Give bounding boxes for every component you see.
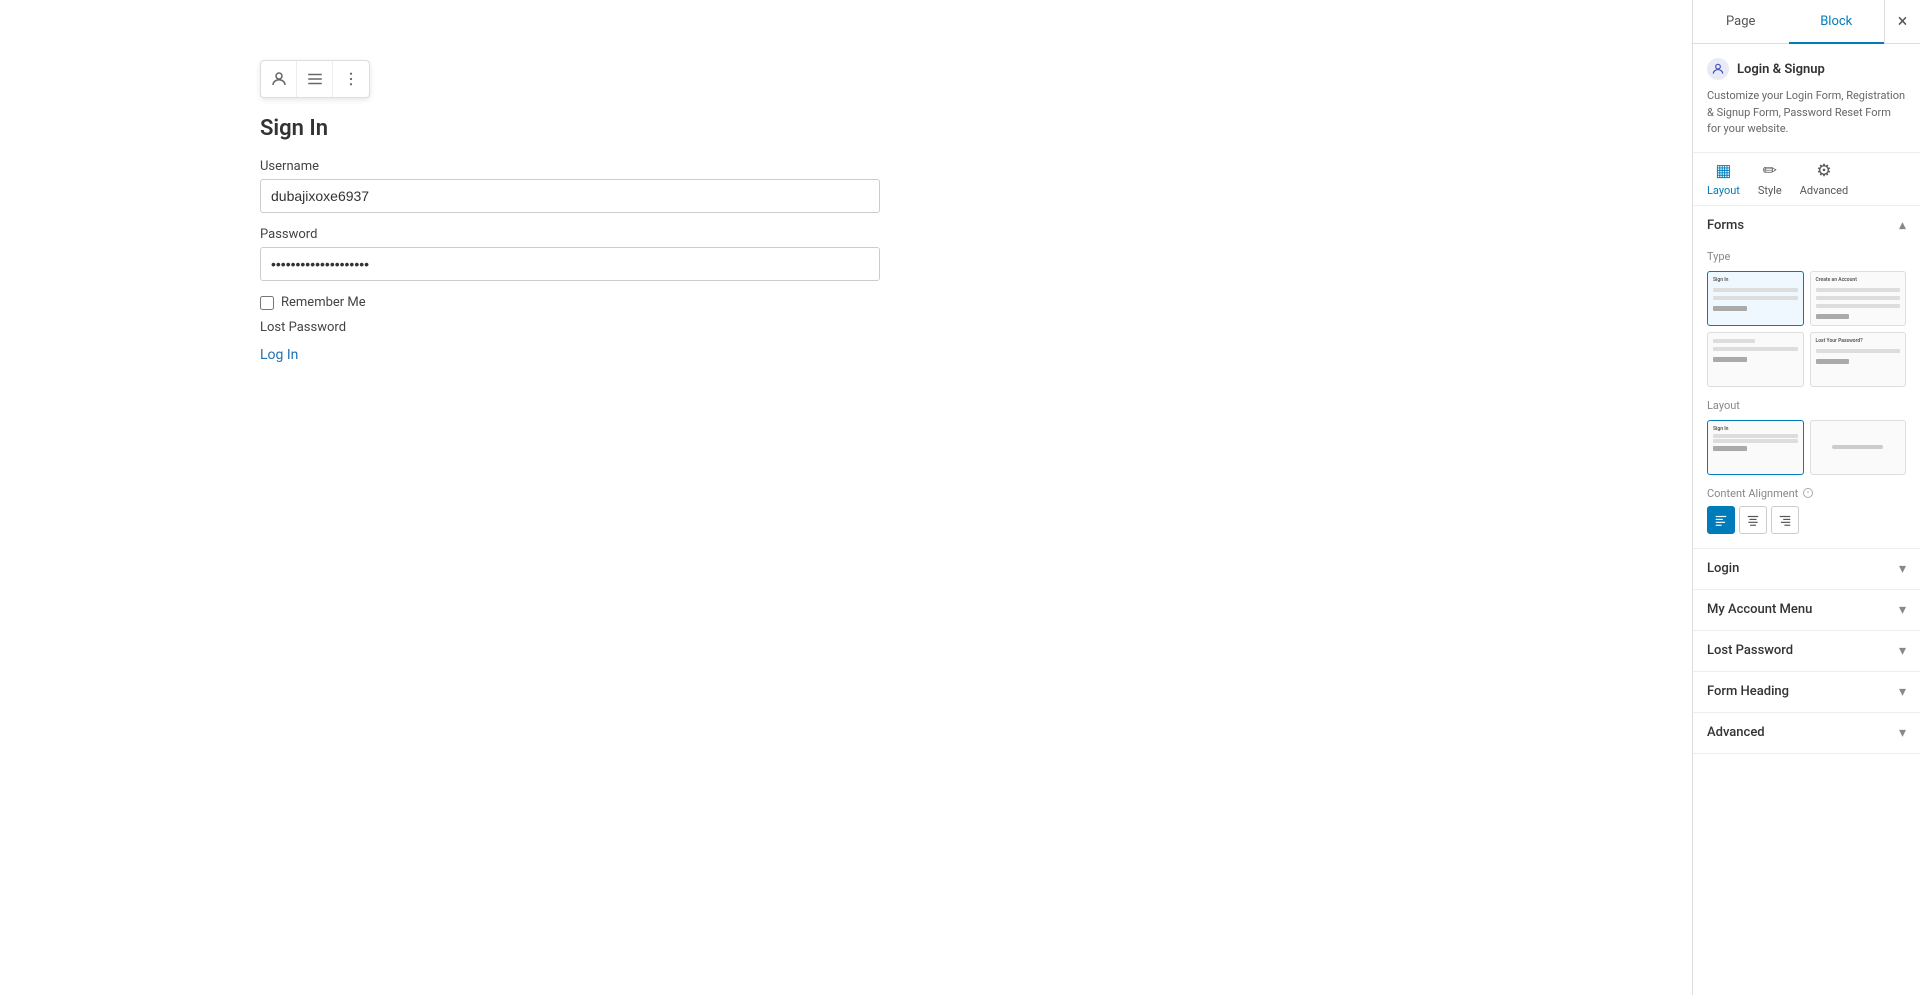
login-section-label: Login: [1707, 561, 1739, 576]
tab-style[interactable]: ✏ Style: [1758, 161, 1782, 197]
style-icon: ✏: [1763, 161, 1777, 181]
username-input[interactable]: [260, 179, 880, 213]
plugin-name: Login & Signup: [1737, 62, 1825, 77]
lost-password-section: Lost Password ▾: [1693, 631, 1920, 672]
login-form: Sign In Username Password Remember Me Lo…: [260, 116, 900, 363]
password-field: Password: [260, 227, 900, 281]
advanced-accordion-header[interactable]: Advanced ▾: [1693, 713, 1920, 753]
form-layout-grid: Sign In: [1707, 420, 1906, 475]
remember-me-checkbox[interactable]: [260, 296, 274, 310]
advanced-section: Advanced ▾: [1693, 713, 1920, 754]
password-label: Password: [260, 227, 900, 242]
list-icon-btn[interactable]: [297, 61, 333, 97]
username-label: Username: [260, 159, 900, 174]
layout-icon: ▦: [1715, 161, 1731, 181]
layout-label: Layout: [1707, 399, 1906, 412]
settings-tabs: ▦ Layout ✏ Style ⚙ Advanced: [1693, 153, 1920, 206]
login-accordion-header[interactable]: Login ▾: [1693, 549, 1920, 589]
type-label: Type: [1707, 250, 1906, 263]
form-heading-chevron-icon: ▾: [1899, 684, 1906, 700]
layout-card-default[interactable]: Sign In: [1707, 420, 1804, 475]
username-field: Username: [260, 159, 900, 213]
tab-block[interactable]: Block: [1789, 0, 1885, 44]
align-left-btn[interactable]: [1707, 506, 1735, 534]
remember-me-label: Remember Me: [281, 295, 366, 310]
forms-accordion-body: Type Sign In Create an Account: [1693, 250, 1920, 548]
lost-password-accordion-header[interactable]: Lost Password ▾: [1693, 631, 1920, 671]
form-type-grid: Sign In Create an Account: [1707, 271, 1906, 387]
advanced-icon: ⚙: [1816, 161, 1831, 181]
lost-password-chevron-icon: ▾: [1899, 643, 1906, 659]
form-type-register[interactable]: Create an Account: [1810, 271, 1907, 326]
more-options-btn[interactable]: [333, 61, 369, 97]
advanced-section-label: Advanced: [1707, 725, 1765, 740]
block-toolbar: [260, 60, 370, 98]
tab-advanced-label: Advanced: [1800, 184, 1848, 197]
panel-close-button[interactable]: ×: [1884, 0, 1920, 44]
form-heading-accordion-header[interactable]: Form Heading ▾: [1693, 672, 1920, 712]
my-account-menu-label: My Account Menu: [1707, 602, 1812, 617]
tab-layout[interactable]: ▦ Layout: [1707, 161, 1740, 197]
tab-layout-label: Layout: [1707, 184, 1740, 197]
login-section: Login ▾: [1693, 549, 1920, 590]
plugin-info-header: Login & Signup: [1707, 58, 1906, 80]
tab-page[interactable]: Page: [1693, 0, 1789, 44]
form-type-lost-password[interactable]: Lost Your Password?: [1810, 332, 1907, 387]
lost-password-section-label: Lost Password: [1707, 643, 1793, 658]
forms-section-label: Forms: [1707, 218, 1744, 233]
forms-section: Forms ▾ Type Sign In Create an Account: [1693, 206, 1920, 549]
tab-advanced[interactable]: ⚙ Advanced: [1800, 161, 1848, 197]
form-type-signin[interactable]: Sign In: [1707, 271, 1804, 326]
align-right-btn[interactable]: [1771, 506, 1799, 534]
login-chevron-icon: ▾: [1899, 561, 1906, 577]
form-heading-section: Form Heading ▾: [1693, 672, 1920, 713]
login-link[interactable]: Log In: [260, 347, 900, 363]
my-account-menu-accordion-header[interactable]: My Account Menu ▾: [1693, 590, 1920, 630]
tab-style-label: Style: [1758, 184, 1782, 197]
remember-me-row: Remember Me: [260, 295, 900, 310]
forms-accordion-header[interactable]: Forms ▾: [1693, 206, 1920, 246]
forms-chevron-icon: ▾: [1899, 218, 1906, 234]
alignment-buttons: [1707, 506, 1906, 534]
canvas-area: Sign In Username Password Remember Me Lo…: [0, 0, 1692, 995]
plugin-info: Login & Signup Customize your Login Form…: [1693, 44, 1920, 153]
form-title: Sign In: [260, 116, 900, 141]
plugin-icon: [1707, 58, 1729, 80]
password-input[interactable]: [260, 247, 880, 281]
lost-password-link[interactable]: Lost Password: [260, 320, 900, 335]
form-type-username[interactable]: [1707, 332, 1804, 387]
my-account-chevron-icon: ▾: [1899, 602, 1906, 618]
user-icon-btn[interactable]: [261, 61, 297, 97]
right-panel: Page Block × Login & Signup Customize yo…: [1692, 0, 1920, 995]
panel-header: Page Block ×: [1693, 0, 1920, 44]
advanced-chevron-icon: ▾: [1899, 725, 1906, 741]
content-alignment-label: Content Alignment: [1707, 487, 1906, 500]
my-account-menu-section: My Account Menu ▾: [1693, 590, 1920, 631]
form-heading-section-label: Form Heading: [1707, 684, 1789, 699]
align-center-btn[interactable]: [1739, 506, 1767, 534]
plugin-description: Customize your Login Form, Registration …: [1707, 88, 1906, 138]
layout-card-alt[interactable]: [1810, 420, 1907, 475]
